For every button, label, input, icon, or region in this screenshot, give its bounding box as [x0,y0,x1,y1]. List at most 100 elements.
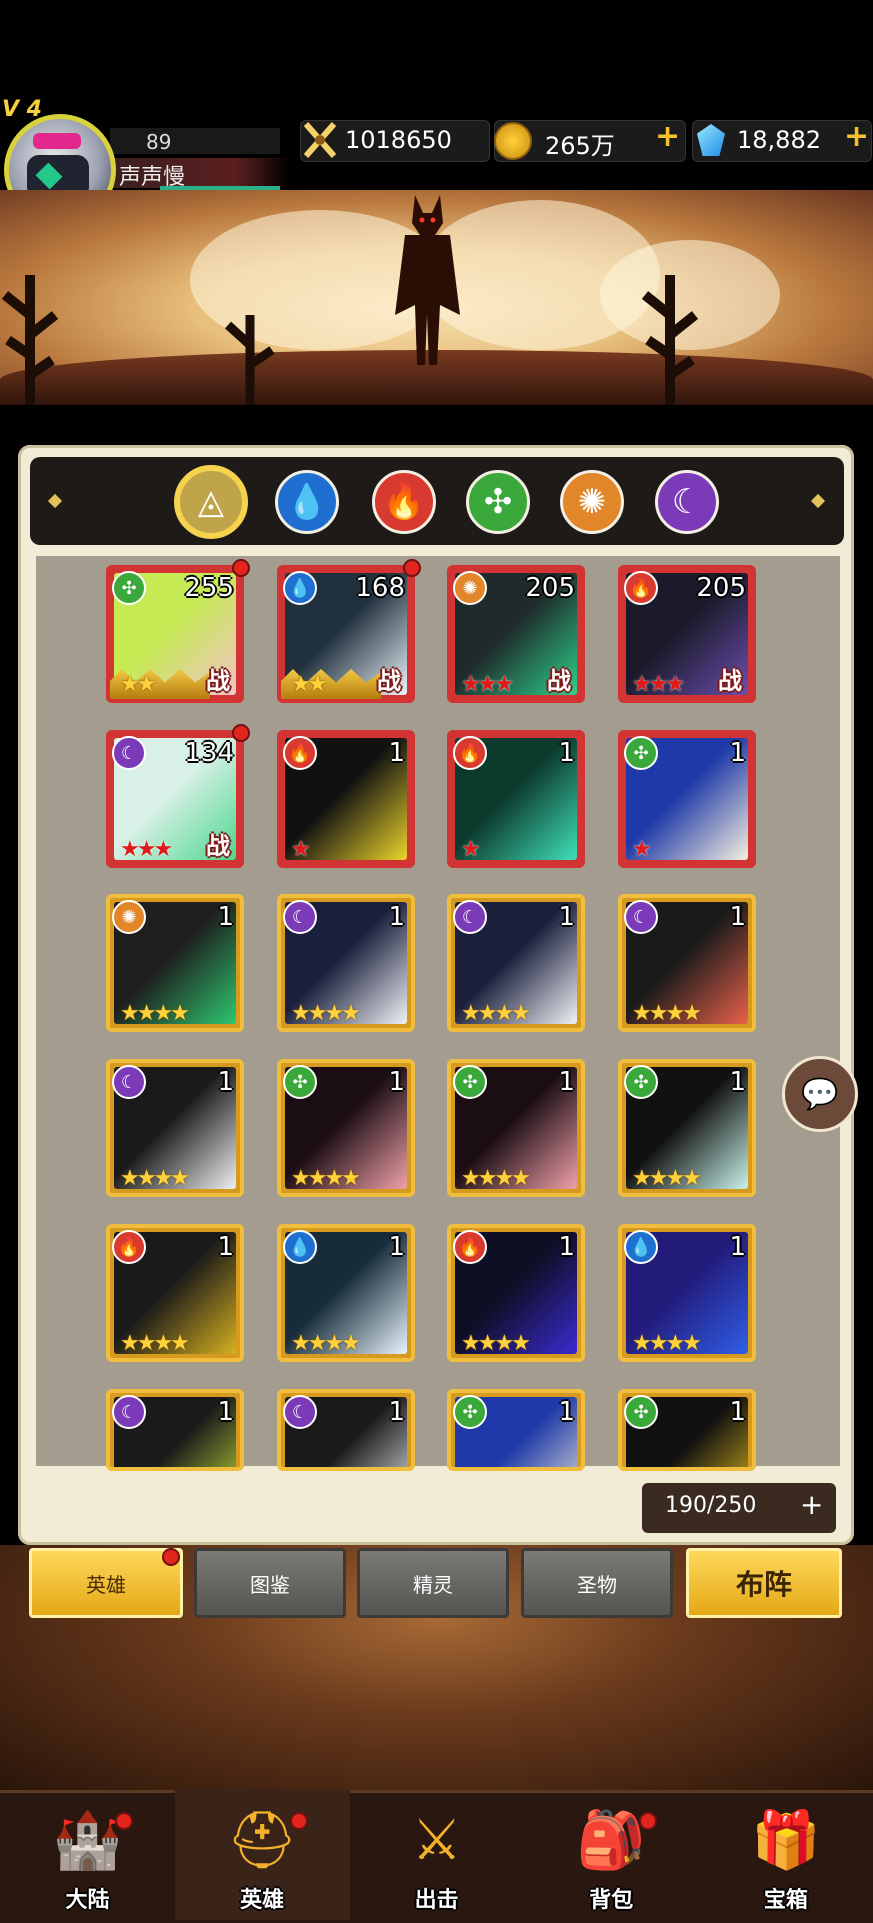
wind-element-icon: ✣ [453,1395,487,1429]
nav-item-0[interactable]: 🏰 大陆 [0,1790,175,1920]
hero-card[interactable]: ☾ 1 ★★★★ [618,894,756,1032]
chat-button[interactable]: 💬 [782,1056,858,1132]
nav-item-3[interactable]: 🎒 背包 [524,1790,699,1920]
chat-bubble-icon: 💬 [801,1076,839,1112]
hero-level: 1 [729,902,746,932]
hero-card[interactable]: ✺ 205 ★★★ 战 [447,565,585,703]
add-gems-button[interactable]: + [844,119,869,154]
filter-wind[interactable]: ✣ [466,470,530,534]
hero-card[interactable]: 🔥 1 ★★★★ [447,1224,585,1362]
fire-element-icon: 🔥 [112,1230,146,1264]
hero-card[interactable]: ☾ 1 ★★★★ [447,894,585,1032]
star-rating: ★★★★ [632,1001,702,1026]
notification-dot [403,559,421,577]
hero-card[interactable]: ✺ 1 ★★★★ [106,894,244,1032]
star-rating: ★★★★ [632,1331,702,1356]
hero-card[interactable]: 🔥 1 ★ [277,730,415,868]
hero-level: 1 [217,1397,234,1427]
hero-card[interactable]: ☾ 134 ★★★ 战 [106,730,244,868]
hero-card[interactable]: ✣ 1 ★★★★ [618,1059,756,1197]
hero-card[interactable]: 💧 1 ★★★★ [618,1224,756,1362]
filter-all[interactable]: ◬ [174,465,248,539]
star-rating: ★★★ [461,672,514,697]
hero-card[interactable]: 🔥 1 ★★★★ [106,1224,244,1362]
tab-spirits[interactable]: 精灵 [357,1548,509,1618]
hero-level: 1 [729,1067,746,1097]
filter-fire[interactable]: 🔥 [372,470,436,534]
hero-level: 1 [558,1067,575,1097]
formation-button[interactable]: 布阵 [686,1548,842,1618]
hero-level: 1 [388,1067,405,1097]
wind-element-icon: ✣ [283,1065,317,1099]
hero-card[interactable]: 🔥 205 ★★★ 战 [618,565,756,703]
filter-water[interactable]: 💧 [275,470,339,534]
all-element-icon: ◬ [197,482,225,522]
formation-button-label: 布阵 [735,1568,792,1601]
filter-dark[interactable]: ☾ [655,470,719,534]
hero-level: 205 [525,573,575,603]
hero-level: 255 [184,573,234,603]
hero-level: 1 [558,738,575,768]
dark-element-icon: ☾ [283,900,317,934]
star-rating: ★★ [291,672,327,697]
wind-element-icon: ✣ [624,736,658,770]
hero-card[interactable]: ☾ 1 ★★★★ [106,1059,244,1197]
hero-card[interactable]: 🔥 1 ★ [447,730,585,868]
hero-level: 1 [388,738,405,768]
fire-element-icon: 🔥 [453,736,487,770]
wind-element-icon: ✣ [453,1065,487,1099]
level-bar [110,128,280,154]
hero-card[interactable]: ✣ 1 ★★★★ [447,1059,585,1197]
dark-element-icon: ☾ [453,900,487,934]
nav-item-2[interactable]: ⚔ 出击 [349,1790,524,1920]
in-battle-badge: 战 [206,667,230,695]
hero-level: 1 [558,902,575,932]
filter-light[interactable]: ✺ [560,470,624,534]
hero-card[interactable]: ✣ 1 [618,1389,756,1471]
dark-element-icon: ☾ [112,736,146,770]
in-battle-badge: 战 [547,667,571,695]
hero-level: 1 [729,1232,746,1262]
notification-dot [115,1812,133,1830]
hero-card[interactable]: ☾ 1 [277,1389,415,1471]
tab-heroes[interactable]: 英雄 [29,1548,183,1618]
nav-label: 英雄 [240,1888,285,1913]
hero-card[interactable]: ✣ 1 [447,1389,585,1471]
power-value: 1018650 [345,126,452,154]
star-rating: ★★★★ [120,1166,190,1191]
notification-dot [232,559,250,577]
hero-level: 1 [388,902,405,932]
hero-card[interactable]: ☾ 1 [106,1389,244,1471]
water-element-icon: 💧 [283,1230,317,1264]
star-rating: ★★★★ [291,1166,361,1191]
hero-card[interactable]: ✣ 1 ★★★★ [277,1059,415,1197]
hero-card[interactable]: ✣ 255 ★★ 战 [106,565,244,703]
fire-element-icon: 🔥 [283,736,317,770]
hero-card[interactable]: 💧 168 ★★ 战 [277,565,415,703]
hero-card[interactable]: ☾ 1 ★★★★ [277,894,415,1032]
nav-label: 背包 [589,1888,634,1913]
expand-capacity-button[interactable]: + [800,1488,823,1521]
nav-item-1[interactable]: ⛑ 英雄 [174,1790,350,1920]
nav-item-4[interactable]: 🎁 宝箱 [698,1790,873,1920]
tab-relics[interactable]: 圣物 [521,1548,673,1618]
star-rating: ★★★★ [291,1001,361,1026]
star-rating: ★★★ [632,672,685,697]
in-battle-badge: 战 [206,832,230,860]
tab-codex[interactable]: 图鉴 [194,1548,346,1618]
hero-level: 1 [729,1397,746,1427]
star-rating: ★★★★ [120,1331,190,1356]
star-rating: ★★★★ [291,1331,361,1356]
wind-element-icon: ✣ [112,571,146,605]
tab-spirits-label: 精灵 [413,1572,453,1597]
hero-level: 1 [217,902,234,932]
treasure-chest-icon: 🎁 [751,1808,821,1873]
hero-level: 1 [217,1232,234,1262]
dark-element-icon: ☾ [112,1065,146,1099]
fire-element-icon: 🔥 [624,571,658,605]
hero-card[interactable]: 💧 1 ★★★★ [277,1224,415,1362]
hero-card[interactable]: ✣ 1 ★ [618,730,756,868]
add-gold-button[interactable]: + [655,119,680,154]
star-rating: ★★★★ [461,1166,531,1191]
star-rating: ★★ [120,672,156,697]
